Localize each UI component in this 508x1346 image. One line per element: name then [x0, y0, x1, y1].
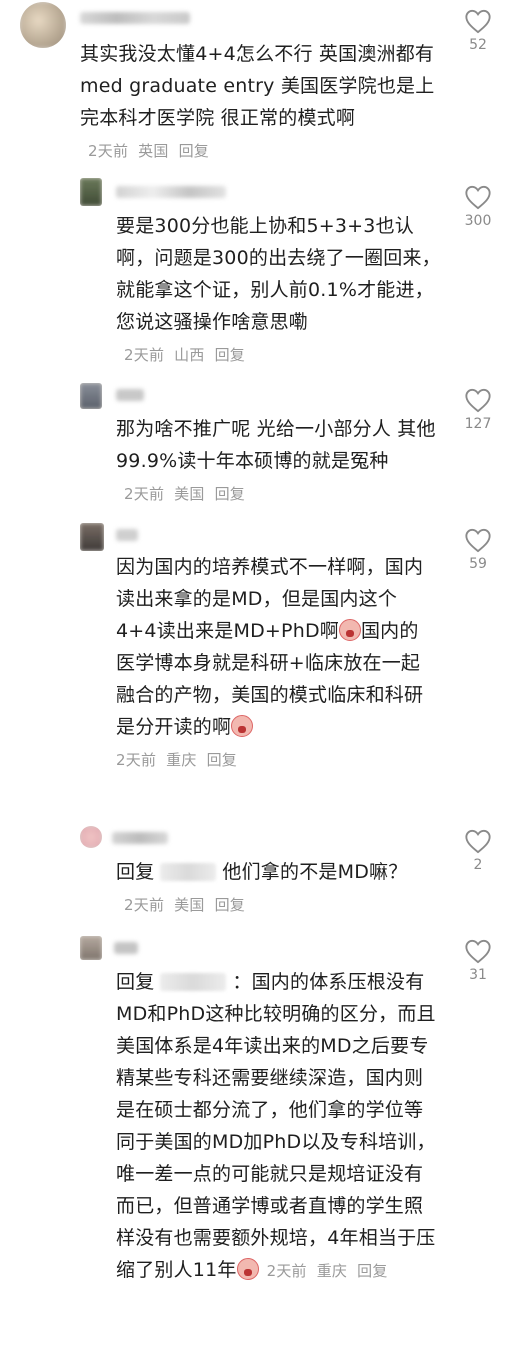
- reply-button[interactable]: 回复: [215, 485, 245, 503]
- comment-text: 其实我没太懂4+4怎么不行 英国澳洲都有med graduate entry 美…: [80, 38, 440, 167]
- comment-1: 其实我没太懂4+4怎么不行 英国澳洲都有med graduate entry 美…: [0, 0, 508, 170]
- heart-outline-icon: [465, 9, 491, 34]
- comment-text: 因为国内的培养模式不一样啊，国内读出来拿的是MD，但是国内这个4+4读出来是MD…: [116, 551, 428, 776]
- comment-text: 回复 他们拿的不是MD嘛？2天前 美国 回复: [116, 856, 416, 921]
- comment-content: 要是300分也能上协和5+3+3也认啊，问题是300的出去绕了一圈回来，就能拿这…: [116, 215, 441, 333]
- comment-meta: 2天前 重庆 回复: [116, 751, 247, 769]
- comment-text: 那为啥不推广呢 光给一小部分人 其他99.9%读十年本硕博的就是冤种 2天前 美国回…: [116, 413, 446, 510]
- like-button[interactable]: 52: [458, 8, 498, 53]
- comment-meta: 2天前 英国 回复: [88, 142, 219, 160]
- comment-content: 其实我没太懂4+4怎么不行 英国澳洲都有med graduate entry 美…: [80, 43, 435, 129]
- crying-emoji-icon: [236, 1258, 259, 1280]
- location: 美国: [174, 896, 205, 914]
- comment-meta: 2天前 美国 回复: [124, 896, 255, 914]
- comment-5: 回复 他们拿的不是MD嘛？2天前 美国 回复 2: [0, 822, 508, 932]
- crying-emoji-icon: [231, 715, 254, 737]
- location: 重庆: [166, 751, 197, 769]
- reply-prefix: 回复: [116, 971, 155, 993]
- comment-meta: 2天前 美国 回复: [124, 485, 255, 503]
- like-count: 59: [469, 556, 487, 572]
- location: 美国: [174, 485, 205, 503]
- heart-outline-icon: [465, 185, 491, 210]
- location: 英国: [138, 142, 169, 160]
- username-blurred[interactable]: [112, 832, 168, 844]
- heart-outline-icon: [465, 829, 491, 854]
- comment-content: 那为啥不推广呢 光给一小部分人 其他99.9%读十年本硕博的就是冤种: [116, 418, 436, 472]
- avatar[interactable]: [80, 826, 102, 848]
- comment-meta: 2天前 重庆 回复: [267, 1262, 398, 1280]
- heart-outline-icon: [465, 528, 491, 553]
- like-button[interactable]: 2: [458, 828, 498, 873]
- comment-content: ：国内的体系压根没有MD和PhD这种比较明确的区分，而且美国体系是4年读出来的M…: [116, 971, 436, 1281]
- crying-emoji-icon: [338, 619, 361, 641]
- like-count: 300: [464, 213, 492, 229]
- username-blurred[interactable]: [80, 12, 190, 24]
- avatar[interactable]: [80, 523, 104, 551]
- comment-text: 要是300分也能上协和5+3+3也认啊，问题是300的出去绕了一圈回来，就能拿这…: [116, 210, 446, 371]
- comment-text: 回复 ：国内的体系压根没有MD和PhD这种比较明确的区分，而且美国体系是4年读出来…: [116, 966, 438, 1287]
- heart-outline-icon: [465, 388, 491, 413]
- reply-button[interactable]: 回复: [357, 1262, 387, 1280]
- timestamp: 2天前: [124, 485, 165, 503]
- avatar[interactable]: [80, 178, 102, 206]
- like-count: 31: [469, 967, 487, 983]
- username-blurred[interactable]: [116, 186, 226, 198]
- like-count: 127: [464, 416, 492, 432]
- avatar[interactable]: [20, 2, 66, 48]
- like-button[interactable]: 31: [458, 938, 498, 983]
- location: 重庆: [316, 1262, 348, 1280]
- comment-6: 回复 ：国内的体系压根没有MD和PhD这种比较明确的区分，而且美国体系是4年读出来…: [0, 932, 508, 1346]
- reply-button[interactable]: 回复: [215, 346, 245, 364]
- timestamp: 2天前: [88, 142, 129, 160]
- reply-button[interactable]: 回复: [207, 751, 237, 769]
- comment-2: 要是300分也能上协和5+3+3也认啊，问题是300的出去绕了一圈回来，就能拿这…: [0, 170, 508, 375]
- username-blurred[interactable]: [116, 529, 138, 541]
- avatar[interactable]: [80, 936, 102, 960]
- avatar[interactable]: [80, 383, 102, 409]
- username-blurred[interactable]: [114, 942, 138, 954]
- timestamp: 2天前: [124, 346, 165, 364]
- comment-meta: 2天前 山西 回复: [124, 346, 255, 364]
- mention-username-blurred[interactable]: [160, 863, 217, 881]
- heart-outline-icon: [465, 939, 491, 964]
- timestamp: 2天前: [124, 896, 165, 914]
- timestamp: 2天前: [116, 751, 157, 769]
- like-button[interactable]: 127: [458, 387, 498, 432]
- like-button[interactable]: 300: [458, 184, 498, 229]
- comment-4: 因为国内的培养模式不一样啊，国内读出来拿的是MD，但是国内这个4+4读出来是MD…: [0, 515, 508, 815]
- mention-username-blurred[interactable]: [160, 973, 227, 991]
- like-count: 2: [473, 857, 483, 873]
- reply-button[interactable]: 回复: [179, 142, 209, 160]
- comment-content: 他们拿的不是MD嘛？: [222, 861, 408, 883]
- reply-button[interactable]: 回复: [215, 896, 245, 914]
- reply-prefix: 回复: [116, 861, 155, 883]
- location: 山西: [174, 346, 205, 364]
- like-count: 52: [469, 37, 487, 53]
- like-button[interactable]: 59: [458, 527, 498, 572]
- comment-3: 那为啥不推广呢 光给一小部分人 其他99.9%读十年本硕博的就是冤种 2天前 美国回…: [0, 375, 508, 515]
- username-blurred[interactable]: [116, 389, 144, 401]
- timestamp: 2天前: [266, 1262, 307, 1280]
